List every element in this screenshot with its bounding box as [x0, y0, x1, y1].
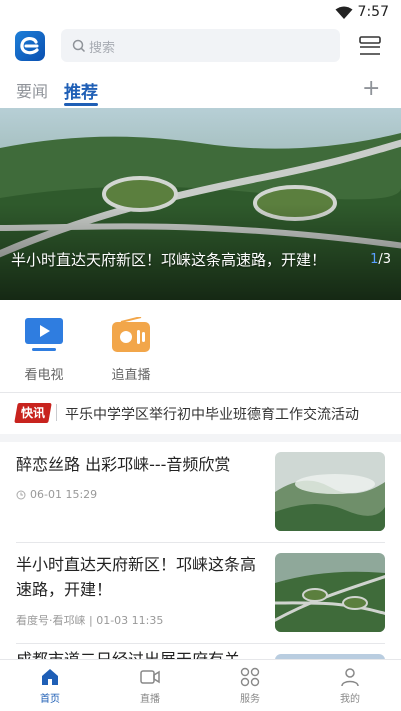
- flash-news-text[interactable]: 平乐中学学区举行初中毕业班德育工作交流活动: [65, 404, 395, 424]
- nav-home-label: 首页: [40, 694, 60, 705]
- nav-profile[interactable]: 我的: [300, 660, 400, 711]
- add-channel-button[interactable]: +: [362, 76, 380, 101]
- list-item[interactable]: 醉恋丝路 出彩邛崃---音频欣赏 06-01 15:29: [0, 442, 401, 542]
- search-icon: [72, 39, 86, 53]
- menu-icon[interactable]: [358, 35, 382, 57]
- user-icon: [341, 668, 359, 687]
- clock-icon: [16, 490, 26, 500]
- search-input[interactable]: 搜索: [61, 29, 340, 62]
- nav-live-label: 直播: [140, 694, 160, 705]
- nav-live[interactable]: 直播: [100, 660, 200, 711]
- news-thumbnail: [275, 452, 385, 531]
- tab-tuijian[interactable]: 推荐: [64, 78, 98, 103]
- list-item[interactable]: 半小时直达天府新区！邛崃这条高速路，开建！ 看度号·看邛崃 | 01-03 11…: [0, 543, 401, 643]
- bottom-nav: 首页 直播 服务 我的: [0, 659, 401, 711]
- banner-carousel[interactable]: 半小时直达天府新区！邛崃这条高速路，开建！ 1/3: [0, 108, 401, 300]
- news-title: 醉恋丝路 出彩邛崃---音频欣赏: [16, 455, 231, 474]
- news-title: 成都市道二日经过出展天府有关: [16, 647, 256, 659]
- grid-icon: [240, 667, 260, 687]
- active-tab-indicator: [64, 103, 98, 106]
- news-meta: 看度号·看邛崃 | 01-03 11:35: [16, 614, 164, 627]
- logo-icon: [20, 37, 39, 55]
- news-meta: 06-01 15:29: [30, 488, 98, 501]
- app-logo[interactable]: [15, 31, 45, 61]
- tab-yaowen[interactable]: 要闻: [16, 78, 48, 102]
- tv-icon[interactable]: [24, 317, 64, 353]
- home-icon: [42, 669, 58, 685]
- flash-news-badge: 快讯: [14, 403, 52, 423]
- quick-link-tv-label: 看电视: [24, 368, 64, 383]
- nav-profile-label: 我的: [340, 694, 360, 705]
- nav-services[interactable]: 服务: [200, 660, 300, 711]
- divider: [0, 392, 401, 393]
- quick-link-live-label: 追直播: [111, 368, 151, 383]
- news-thumbnail: [275, 553, 385, 632]
- banner-image: [0, 108, 401, 300]
- banner-caption: 半小时直达天府新区！邛崃这条高速路，开建！: [11, 251, 327, 269]
- list-item[interactable]: 成都市道二日经过出展天府有关: [0, 644, 401, 659]
- nav-services-label: 服务: [240, 694, 260, 705]
- wifi-icon: [335, 6, 353, 19]
- status-time: 7:57: [357, 4, 389, 20]
- banner-page-indicator: 1/3: [370, 252, 391, 267]
- section-gap: [0, 434, 401, 442]
- news-title: 半小时直达天府新区！邛崃这条高速路，开建！: [16, 555, 257, 599]
- search-placeholder: 搜索: [89, 41, 116, 56]
- divider: [56, 404, 57, 421]
- status-bar: 7:57: [0, 0, 401, 26]
- live-radio-icon[interactable]: [111, 317, 151, 353]
- nav-home[interactable]: 首页: [0, 660, 100, 711]
- video-camera-icon: [140, 670, 160, 684]
